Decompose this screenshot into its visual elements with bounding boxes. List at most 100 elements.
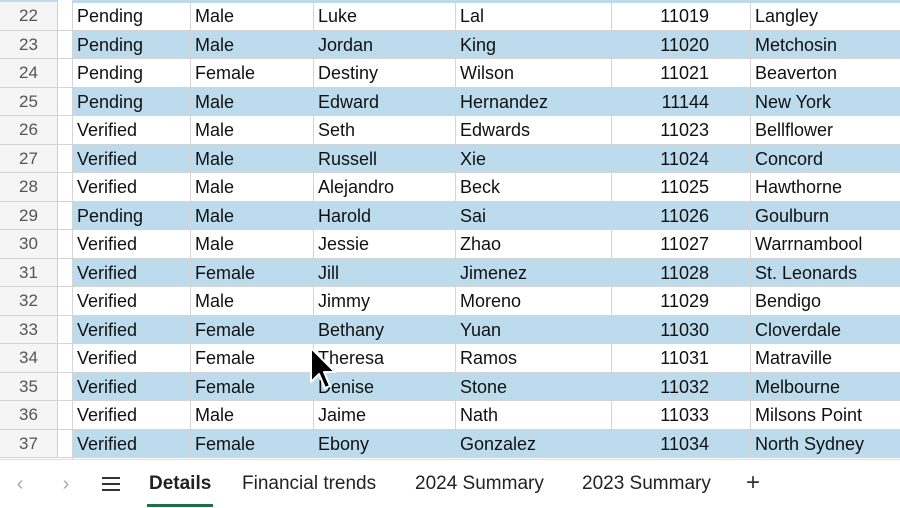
tab-2023-summary[interactable]: 2023 Summary xyxy=(582,460,711,507)
chevron-right-icon[interactable]: › xyxy=(52,470,80,498)
row-header[interactable]: 33 xyxy=(0,315,58,343)
city-cell[interactable]: Beaverton xyxy=(751,59,900,87)
id-cell[interactable]: 11021 xyxy=(612,59,751,87)
gender-cell[interactable]: Female xyxy=(191,315,314,343)
city-cell[interactable]: St. Leonards xyxy=(751,259,900,287)
hamburger-menu-icon[interactable] xyxy=(100,475,122,493)
first-name-cell[interactable]: Alejandro xyxy=(314,173,456,201)
last-name-cell[interactable]: Nath xyxy=(456,401,612,429)
last-name-cell[interactable]: Lal xyxy=(456,2,612,30)
gender-cell[interactable]: Male xyxy=(191,230,314,258)
last-name-cell[interactable]: Edwards xyxy=(456,116,612,144)
status-cell[interactable]: Verified xyxy=(73,173,191,201)
status-cell[interactable]: Verified xyxy=(73,429,191,457)
row-header[interactable]: 37 xyxy=(0,429,58,457)
first-name-cell[interactable]: Seth xyxy=(314,116,456,144)
city-cell[interactable]: Concord xyxy=(751,145,900,173)
row-header[interactable]: 27 xyxy=(0,144,58,172)
id-cell[interactable]: 11032 xyxy=(612,372,751,400)
city-cell[interactable]: Cloverdale xyxy=(751,316,900,344)
gender-cell[interactable]: Male xyxy=(191,116,314,144)
id-cell[interactable]: 11024 xyxy=(612,144,751,172)
city-cell[interactable]: New York xyxy=(751,88,900,116)
city-cell[interactable]: Bendigo xyxy=(751,287,900,315)
gender-cell[interactable]: Male xyxy=(191,287,314,315)
row-header[interactable]: 35 xyxy=(0,372,58,400)
first-name-cell[interactable]: Luke xyxy=(314,2,456,30)
last-name-cell[interactable]: Wilson xyxy=(456,59,612,87)
tab-financial-trends[interactable]: Financial trends xyxy=(242,460,376,507)
id-cell[interactable]: 11023 xyxy=(612,116,751,144)
city-cell[interactable]: Matraville xyxy=(751,344,900,372)
row-header[interactable]: 26 xyxy=(0,116,58,144)
gender-cell[interactable]: Male xyxy=(191,2,314,30)
last-name-cell[interactable]: Sai xyxy=(456,201,612,229)
spreadsheet-grid[interactable]: 22 Pending Male Luke Lal 11019 Langley 23 Pendin… xyxy=(0,0,900,459)
row-header[interactable]: 30 xyxy=(0,230,58,258)
id-cell[interactable]: 11033 xyxy=(612,401,751,429)
status-cell[interactable]: Verified xyxy=(73,258,191,286)
status-cell[interactable]: Pending xyxy=(73,30,191,58)
city-cell[interactable]: Warrnambool xyxy=(751,230,900,258)
gender-cell[interactable]: Female xyxy=(191,258,314,286)
last-name-cell[interactable]: Xie xyxy=(456,144,612,172)
gender-cell[interactable]: Female xyxy=(191,344,314,372)
id-cell[interactable]: 11034 xyxy=(612,429,751,457)
id-cell[interactable]: 11031 xyxy=(612,344,751,372)
row-header[interactable]: 23 xyxy=(0,30,58,58)
gender-cell[interactable]: Male xyxy=(191,401,314,429)
status-cell[interactable]: Pending xyxy=(73,59,191,87)
plus-icon[interactable]: + xyxy=(739,469,767,497)
gender-cell[interactable]: Male xyxy=(191,201,314,229)
last-name-cell[interactable]: Moreno xyxy=(456,287,612,315)
gender-cell[interactable]: Male xyxy=(191,173,314,201)
status-cell[interactable]: Pending xyxy=(73,201,191,229)
chevron-left-icon[interactable]: ‹ xyxy=(6,470,34,498)
last-name-cell[interactable]: Hernandez xyxy=(456,87,612,115)
gender-cell[interactable]: Female xyxy=(191,59,314,87)
row-header[interactable]: 25 xyxy=(0,87,58,115)
row-header[interactable]: 28 xyxy=(0,173,58,201)
row-header[interactable]: 36 xyxy=(0,401,58,429)
tab-details[interactable]: Details xyxy=(146,460,214,507)
status-cell[interactable]: Verified xyxy=(73,144,191,172)
row-header[interactable]: 24 xyxy=(0,59,58,87)
gender-cell[interactable]: Male xyxy=(191,30,314,58)
last-name-cell[interactable]: Beck xyxy=(456,173,612,201)
status-cell[interactable]: Verified xyxy=(73,116,191,144)
first-name-cell[interactable]: Russell xyxy=(314,144,456,172)
city-cell[interactable]: Goulburn xyxy=(751,202,900,230)
status-cell[interactable]: Verified xyxy=(73,401,191,429)
status-cell[interactable]: Verified xyxy=(73,230,191,258)
last-name-cell[interactable]: King xyxy=(456,30,612,58)
row-header[interactable]: 32 xyxy=(0,287,58,315)
first-name-cell[interactable]: Jimmy xyxy=(314,287,456,315)
last-name-cell[interactable]: Yuan xyxy=(456,315,612,343)
first-name-cell[interactable]: Bethany xyxy=(314,315,456,343)
row-header[interactable]: 29 xyxy=(0,201,58,229)
tab-2024-summary[interactable]: 2024 Summary xyxy=(415,460,544,507)
id-cell[interactable]: 11019 xyxy=(612,2,751,30)
id-cell[interactable]: 11030 xyxy=(612,315,751,343)
id-cell[interactable]: 11020 xyxy=(612,30,751,58)
status-cell[interactable]: Verified xyxy=(73,372,191,400)
city-cell[interactable]: Metchosin xyxy=(751,31,900,59)
last-name-cell[interactable]: Jimenez xyxy=(456,258,612,286)
row-header[interactable]: 22 xyxy=(0,2,58,30)
status-cell[interactable]: Verified xyxy=(73,344,191,372)
first-name-cell[interactable]: Jill xyxy=(314,258,456,286)
status-cell[interactable]: Pending xyxy=(73,87,191,115)
id-cell[interactable]: 11025 xyxy=(612,173,751,201)
gender-cell[interactable]: Female xyxy=(191,372,314,400)
city-cell[interactable]: Bellflower xyxy=(751,116,900,144)
id-cell[interactable]: 11026 xyxy=(612,201,751,229)
status-cell[interactable]: Pending xyxy=(73,2,191,30)
gender-cell[interactable]: Female xyxy=(191,429,314,457)
row-header[interactable]: 34 xyxy=(0,344,58,372)
city-cell[interactable]: Melbourne xyxy=(751,373,900,401)
first-name-cell[interactable]: Jordan xyxy=(314,30,456,58)
first-name-cell[interactable]: Jaime xyxy=(314,401,456,429)
last-name-cell[interactable]: Stone xyxy=(456,372,612,400)
city-cell[interactable]: Milsons Point xyxy=(751,401,900,429)
last-name-cell[interactable]: Gonzalez xyxy=(456,429,612,457)
